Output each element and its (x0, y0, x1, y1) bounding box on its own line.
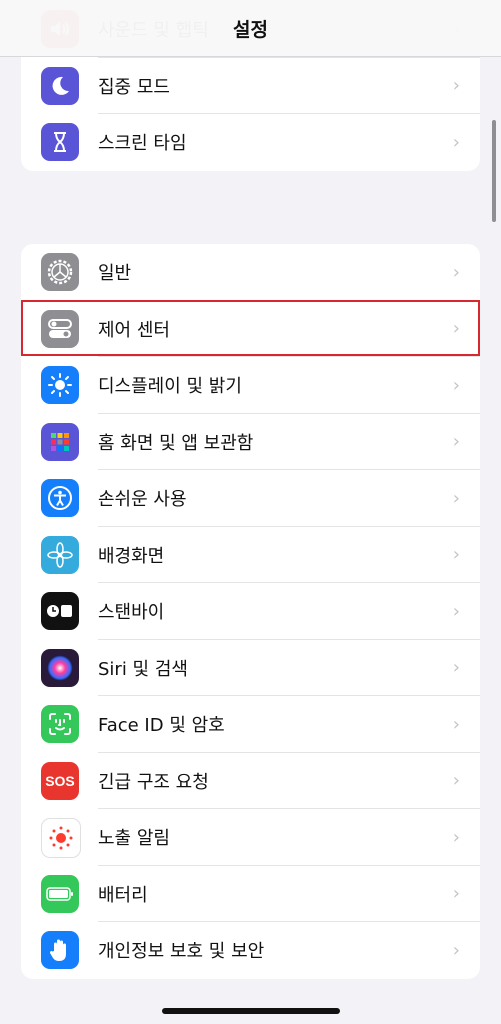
moon-icon (41, 66, 79, 105)
home-indicator[interactable] (162, 1008, 340, 1014)
settings-row-label: 집중 모드 (98, 76, 170, 98)
chevron-right-icon: › (452, 374, 460, 396)
settings-row[interactable]: 손쉬운 사용 › (21, 470, 480, 527)
chevron-right-icon: › (452, 431, 460, 453)
settings-row[interactable]: 디스플레이 및 밝기 › (21, 357, 480, 414)
settings-row[interactable]: 홈 화면 및 앱 보관함 › (21, 414, 480, 470)
chevron-right-icon: › (452, 657, 460, 679)
sun-icon (41, 366, 79, 404)
settings-row-label: 일반 (98, 263, 132, 285)
chevron-right-icon: › (452, 826, 460, 848)
standby-icon (41, 592, 79, 630)
exposure-icon (41, 818, 81, 858)
settings-row-label: Face ID 및 암호 (98, 715, 225, 737)
settings-row-label: Siri 및 검색 (98, 658, 188, 680)
settings-row[interactable]: 제어 센터 › (21, 301, 480, 357)
settings-row[interactable]: 일반 › (21, 244, 480, 301)
settings-row[interactable]: 스탠바이 › (21, 583, 480, 640)
sos-icon: SOS (41, 761, 79, 800)
scrollbar[interactable] (492, 120, 496, 222)
chevron-right-icon: › (452, 131, 460, 153)
gear-icon (41, 253, 79, 291)
accessibility-icon (41, 479, 79, 517)
settings-row[interactable]: 배경화면 › (21, 527, 480, 583)
battery-icon (41, 874, 79, 913)
settings-row[interactable]: 노출 알림 › (21, 809, 480, 866)
face-id-icon (41, 705, 79, 743)
page-title: 설정 (233, 18, 268, 41)
settings-row-label: 제어 센터 (98, 319, 170, 341)
settings-row[interactable]: 배터리 › (21, 866, 480, 922)
chevron-right-icon: › (452, 713, 460, 735)
chevron-right-icon: › (452, 544, 460, 566)
settings-row-label: 디스플레이 및 밝기 (98, 376, 242, 398)
settings-row-label: 개인정보 보호 및 보안 (98, 941, 265, 963)
chevron-right-icon: › (452, 318, 460, 340)
settings-row[interactable]: Siri 및 검색 › (21, 640, 480, 696)
settings-row-label: 노출 알림 (98, 828, 170, 850)
flower-icon (41, 535, 79, 574)
settings-row-label: 배터리 (98, 884, 148, 906)
hourglass-icon (41, 123, 79, 161)
siri-icon (41, 648, 79, 687)
settings-row-label: 홈 화면 및 앱 보관함 (98, 432, 254, 454)
settings-row-label: 스크린 타임 (98, 133, 187, 155)
chevron-right-icon: › (452, 487, 460, 509)
chevron-right-icon: › (452, 261, 460, 283)
app-grid-icon (41, 422, 79, 461)
chevron-right-icon: › (452, 770, 460, 792)
settings-group-2: 일반 › 제어 센터 › 디스플레이 및 밝기 › 홈 화면 및 앱 보관함 › 손쉬운 사용 ›… (21, 244, 480, 979)
settings-row-label: 배경화면 (98, 545, 165, 567)
toggles-icon (41, 309, 79, 348)
settings-row-label: 스탠바이 (98, 602, 165, 624)
nav-bar: 설정 (0, 0, 501, 57)
chevron-right-icon: › (452, 939, 460, 961)
chevron-right-icon: › (452, 600, 460, 622)
settings-row[interactable]: SOS 긴급 구조 요청 › (21, 753, 480, 809)
hand-icon (41, 931, 79, 969)
chevron-right-icon: › (452, 75, 460, 97)
settings-row[interactable]: Face ID 및 암호 › (21, 696, 480, 753)
chevron-right-icon: › (452, 883, 460, 905)
settings-row-label: 긴급 구조 요청 (98, 771, 209, 793)
settings-row[interactable]: 집중 모드 › (21, 58, 480, 114)
settings-row[interactable]: 개인정보 보호 및 보안 › (21, 922, 480, 979)
settings-row-label: 손쉬운 사용 (98, 489, 187, 511)
settings-row[interactable]: 스크린 타임 › (21, 114, 480, 171)
